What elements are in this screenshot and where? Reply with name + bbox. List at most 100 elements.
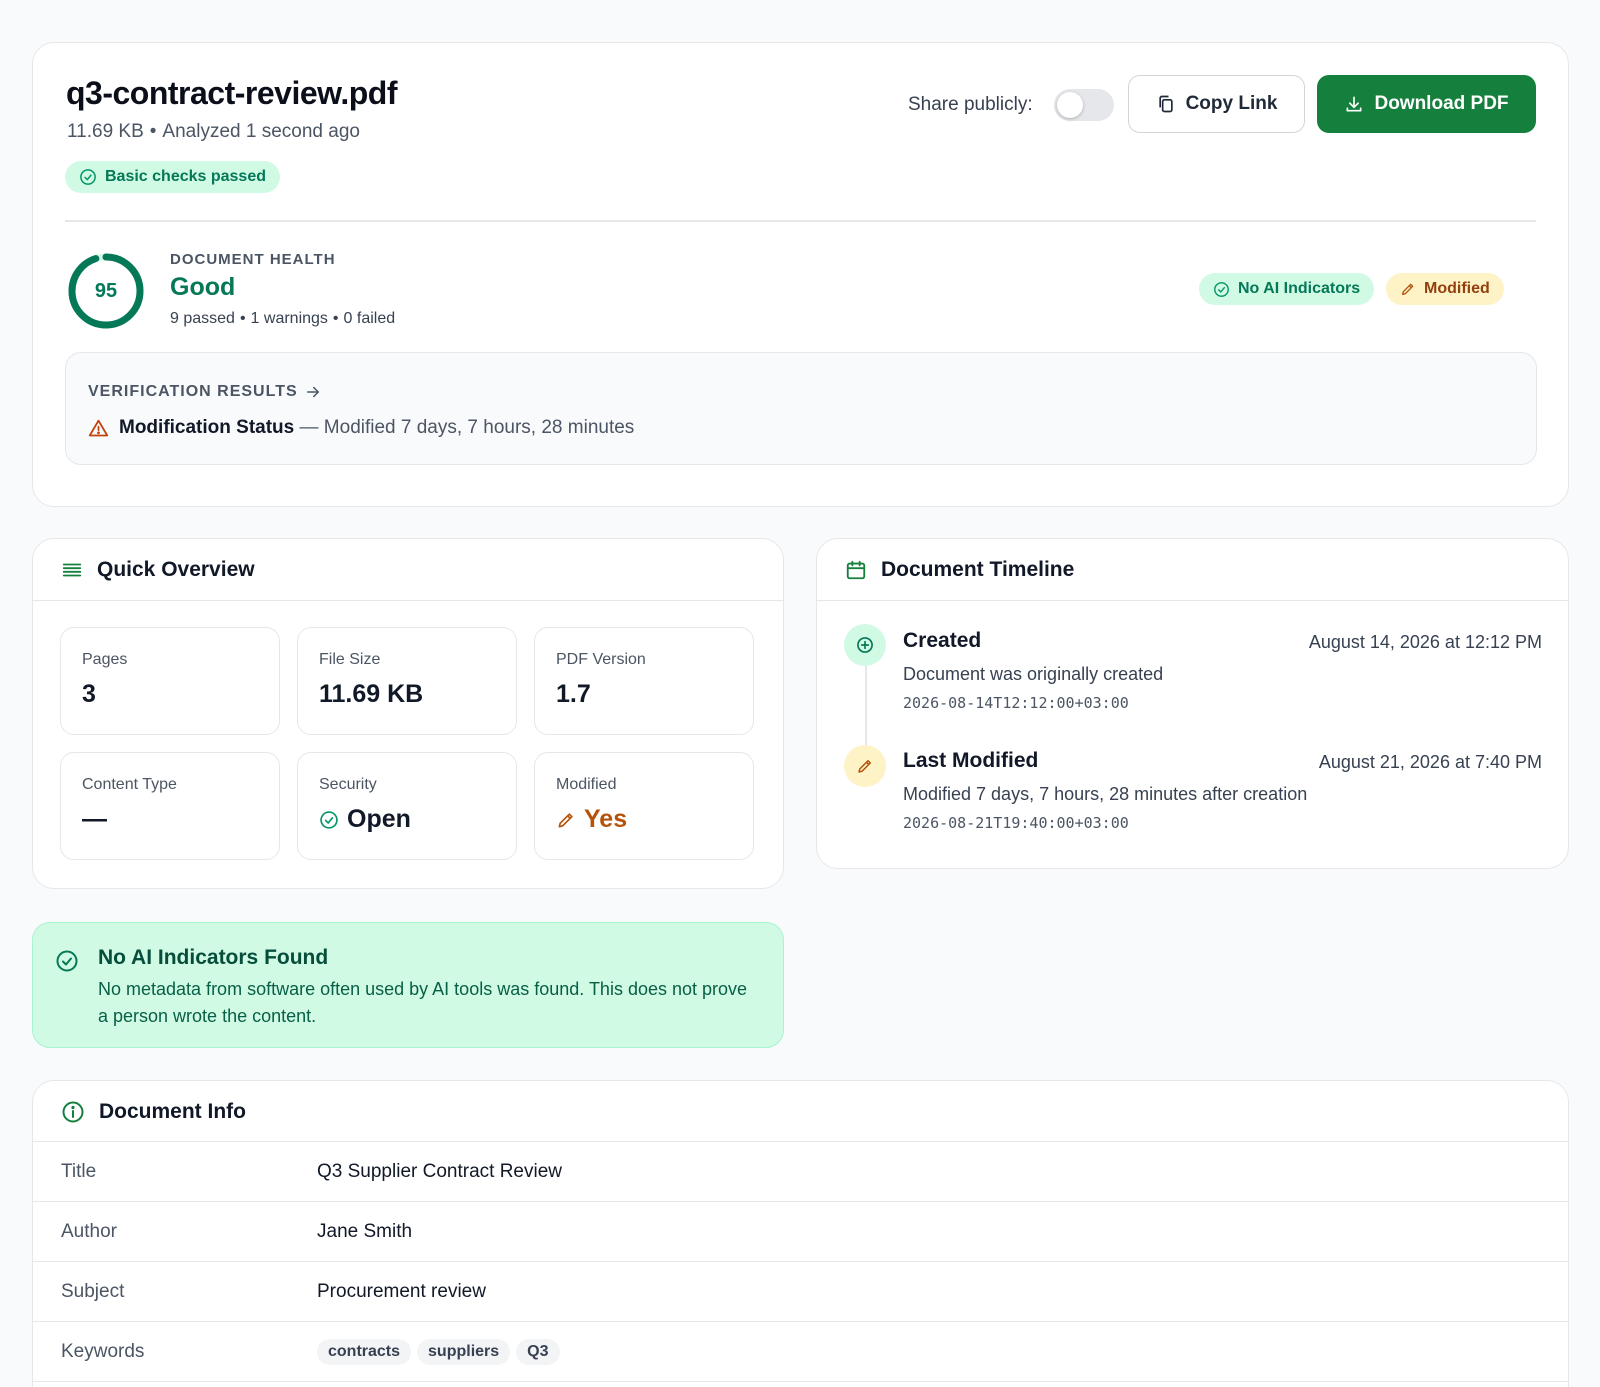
info-key: Subject <box>61 1280 125 1302</box>
created-event-timestamp: 2026-08-14T12:12:00+03:00 <box>903 694 1129 712</box>
info-value: Jane Smith <box>317 1220 413 1242</box>
no-ai-badge-label: No AI Indicators <box>1238 280 1361 297</box>
info-key: Author <box>61 1220 117 1242</box>
stat-value-text: Yes <box>584 805 628 833</box>
stat-value-text: Open <box>347 805 411 833</box>
info-row-next <box>33 1381 1568 1387</box>
info-icon <box>62 1101 84 1123</box>
stat-content-type: Content Type — <box>60 752 280 860</box>
banner-title: No AI Indicators Found <box>98 946 329 969</box>
download-icon <box>1346 96 1362 112</box>
stat-value: 11.69 KB <box>319 680 423 709</box>
arrow-right-icon <box>306 386 319 398</box>
timeline-title: Document Timeline <box>881 557 1075 581</box>
file-meta: 11.69 KB • Analyzed 1 second ago <box>67 121 360 142</box>
modified-event-date: August 21, 2026 at 7:40 PM <box>1318 752 1542 772</box>
failed-count: 0 failed <box>343 310 396 327</box>
timeline-connector <box>865 652 867 752</box>
download-pdf-label: Download PDF <box>1374 93 1509 114</box>
verification-item-label: Modification Status <box>119 417 295 438</box>
verification-heading: VERIFICATION RESULTS <box>88 383 298 400</box>
basic-checks-label: Basic checks passed <box>105 168 266 185</box>
warning-triangle-icon <box>88 419 109 436</box>
stat-security: Security Open <box>297 752 517 860</box>
health-label: DOCUMENT HEALTH <box>170 251 336 268</box>
keyword-tag: contracts <box>317 1338 412 1365</box>
verification-item: Modification Status — Modified 7 days, 7… <box>88 417 634 439</box>
document-header-card: q3-contract-review.pdf 11.69 KB • Analyzed… <box>32 42 1569 507</box>
stat-label: File Size <box>319 651 381 668</box>
stat-value: Open <box>319 805 411 834</box>
no-ai-indicators-badge: No AI Indicators <box>1199 273 1375 305</box>
copy-link-label: Copy Link <box>1185 93 1278 114</box>
keyword-tag: Q3 <box>516 1338 560 1365</box>
stat-value: Yes <box>556 805 627 834</box>
stat-pages: Pages 3 <box>60 627 280 735</box>
info-row-title: Title Q3 Supplier Contract Review <box>33 1141 1568 1201</box>
health-counts: 9 passed • 1 warnings • 0 failed <box>170 310 396 327</box>
file-size: 11.69 KB <box>67 121 144 142</box>
passed-count: 9 passed <box>170 310 235 327</box>
modified-badge-label: Modified <box>1424 280 1490 297</box>
stat-value-text: 11.69 KB <box>319 680 424 708</box>
share-publicly-label: Share publicly: <box>908 94 1033 115</box>
stat-pdf-version: PDF Version 1.7 <box>534 627 754 735</box>
no-ai-indicators-banner: No AI Indicators Found No metadata from … <box>32 922 784 1048</box>
document-timeline-card: Document Timeline Created August 14, 202… <box>816 538 1569 869</box>
modified-event-title: Last Modified <box>903 749 1039 772</box>
modified-badge: Modified <box>1386 273 1504 305</box>
check-circle-icon <box>56 950 78 972</box>
info-row-author: Author Jane Smith <box>33 1201 1568 1261</box>
stat-label: Modified <box>556 776 617 793</box>
pencil-icon <box>858 760 871 773</box>
health-status: Good <box>170 273 236 301</box>
list-icon <box>62 563 82 576</box>
stat-value-text: 3 <box>82 680 96 708</box>
created-event-date: August 14, 2026 at 12:12 PM <box>1308 632 1542 652</box>
info-value: Q3 Supplier Contract Review <box>317 1160 562 1182</box>
stat-value: — <box>82 805 107 834</box>
stat-label: Content Type <box>82 776 177 793</box>
toggle-knob <box>1057 92 1083 118</box>
check-circle-icon <box>80 169 96 185</box>
stat-label: Security <box>319 776 377 793</box>
info-key: Title <box>61 1160 97 1182</box>
document-info-header: Document Info <box>33 1081 1568 1143</box>
copy-icon <box>1158 95 1173 113</box>
quick-overview-card: Quick Overview Pages 3 File Size 11.69 K… <box>32 538 784 889</box>
stat-value: 1.7 <box>556 680 591 709</box>
keyword-tag: suppliers <box>417 1338 511 1365</box>
banner-body: No metadata from software often used by … <box>98 979 748 1026</box>
download-pdf-button[interactable]: Download PDF <box>1317 75 1536 133</box>
info-row-subject: Subject Procurement review <box>33 1261 1568 1321</box>
basic-checks-badge: Basic checks passed <box>65 161 280 193</box>
analyzed-time: Analyzed 1 second ago <box>162 121 360 142</box>
verification-results-link[interactable]: VERIFICATION RESULTS <box>88 383 322 401</box>
stat-label: PDF Version <box>556 651 646 668</box>
stat-value-text: — <box>82 805 107 833</box>
info-key: Keywords <box>61 1340 145 1362</box>
file-name: q3-contract-review.pdf <box>66 75 397 111</box>
modified-event-desc: Modified 7 days, 7 hours, 28 minutes aft… <box>903 784 1308 804</box>
stat-file-size: File Size 11.69 KB <box>297 627 517 735</box>
plus-circle-icon <box>857 637 873 653</box>
quick-overview-header: Quick Overview <box>33 539 783 601</box>
info-row-keywords: Keywords contracts suppliers Q3 <box>33 1321 1568 1381</box>
keyword-tags: contracts suppliers Q3 <box>317 1338 566 1365</box>
stat-label: Pages <box>82 651 128 668</box>
quick-overview-title: Quick Overview <box>97 557 255 581</box>
check-circle-icon <box>1214 281 1229 297</box>
timeline-header: Document Timeline <box>817 539 1568 601</box>
info-value: Procurement review <box>317 1280 486 1302</box>
document-info-title: Document Info <box>99 1100 246 1123</box>
created-event-icon <box>844 624 886 666</box>
verification-results-box: VERIFICATION RESULTS Modification Status… <box>65 352 1537 465</box>
modified-event-icon <box>844 745 886 787</box>
check-circle-icon <box>320 810 338 829</box>
pencil-icon <box>558 812 573 827</box>
copy-link-button[interactable]: Copy Link <box>1128 75 1305 133</box>
document-info-card: Document Info Title Q3 Supplier Contract… <box>32 1080 1569 1387</box>
share-publicly-toggle[interactable] <box>1054 89 1114 121</box>
calendar-icon <box>846 560 866 579</box>
created-event-title: Created <box>903 629 982 652</box>
